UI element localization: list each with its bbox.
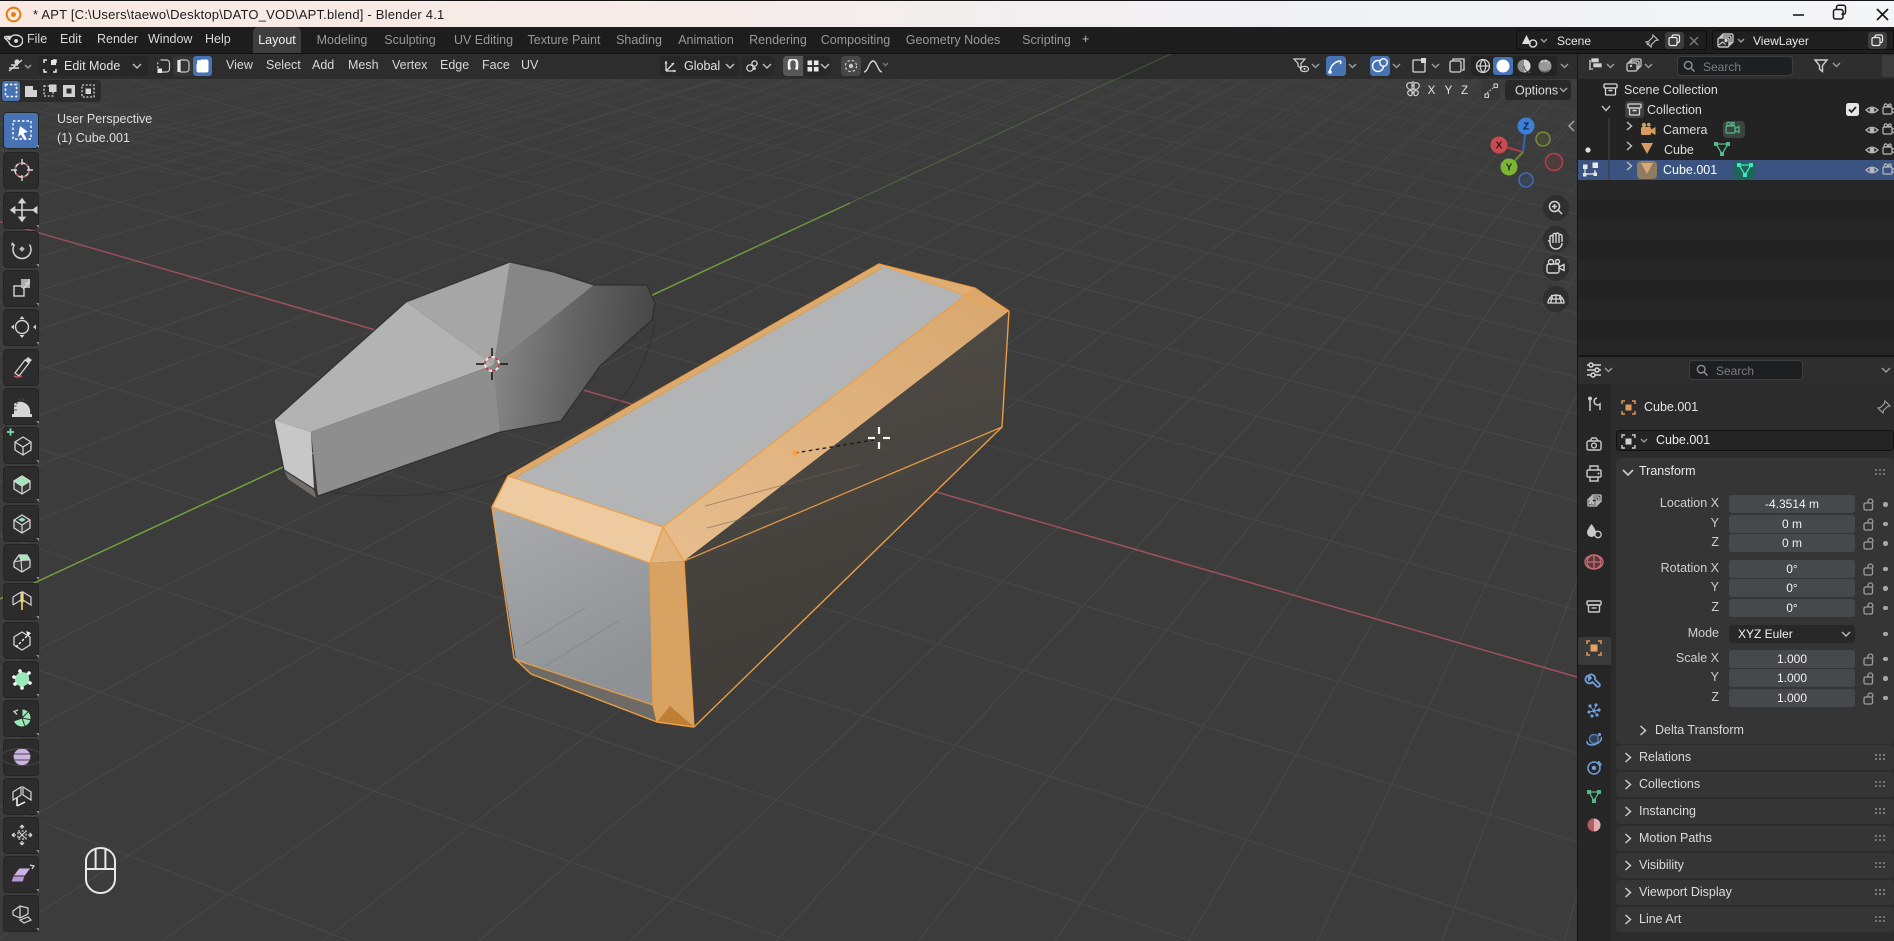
svg-text:X: X [1496,141,1503,152]
svg-text:User Perspective: User Perspective [57,112,152,126]
svg-text:Y: Y [1445,85,1453,97]
svg-text:Z: Z [1461,85,1468,97]
svg-text:(1) Cube.001: (1) Cube.001 [57,131,130,145]
svg-text:X: X [1428,85,1436,97]
svg-text:Z: Z [1523,122,1529,133]
svg-text:Y: Y [1506,163,1513,174]
